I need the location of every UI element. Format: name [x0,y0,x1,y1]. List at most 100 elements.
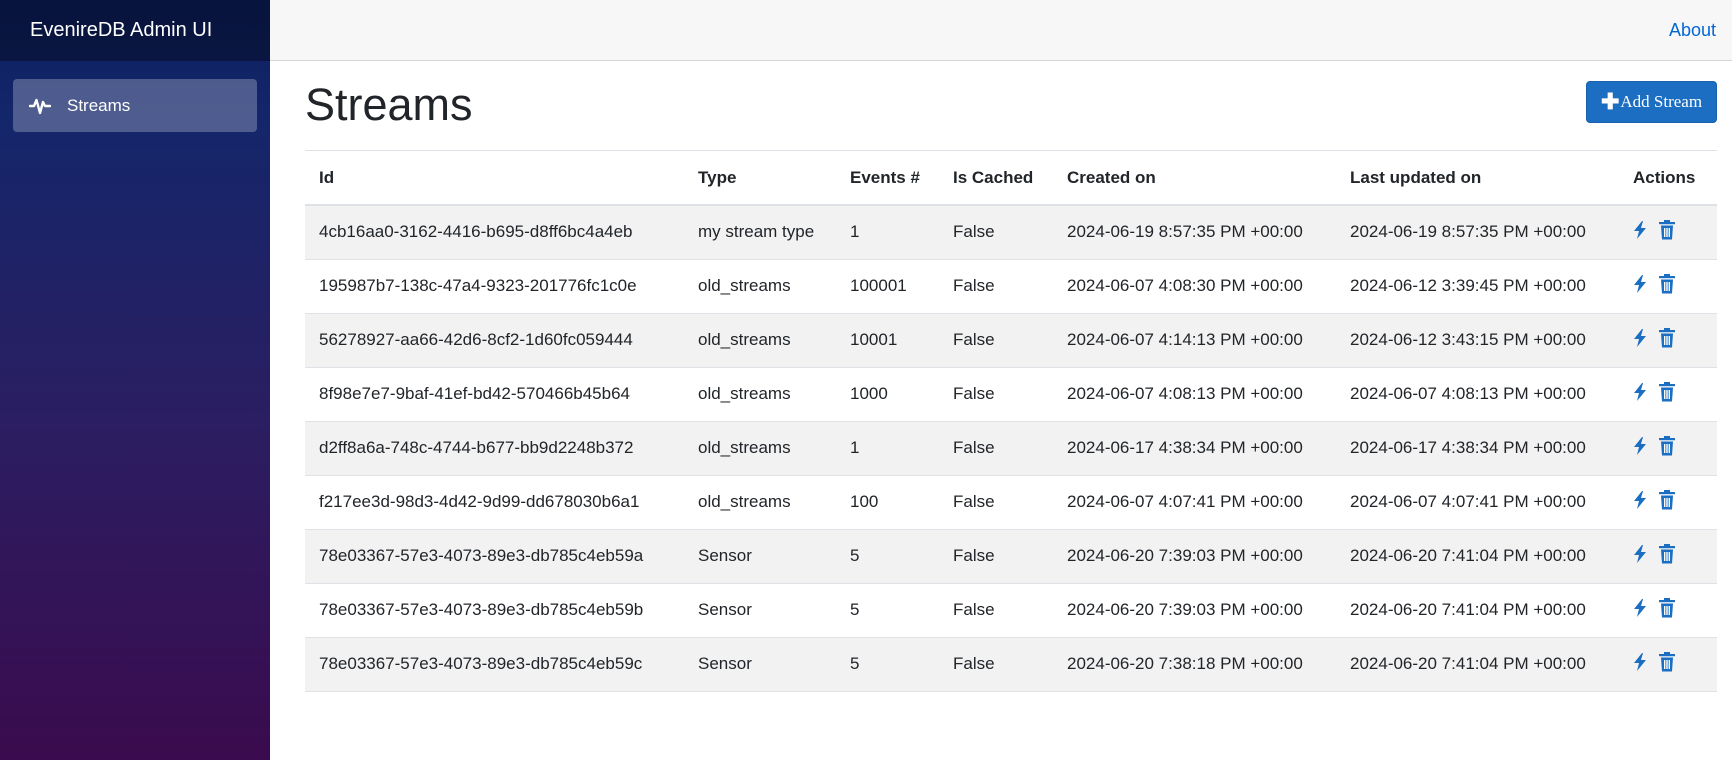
cell-last-updated-on: 2024-06-07 4:08:13 PM +00:00 [1336,367,1619,422]
cell-type: old_streams [684,313,836,368]
bolt-icon[interactable] [1633,220,1647,244]
cell-id: 195987b7-138c-47a4-9323-201776fc1c0e [305,259,684,314]
pulse-icon [29,95,51,117]
table-row: 4cb16aa0-3162-4416-b695-d8ff6bc4a4eb my s… [305,205,1717,260]
cell-last-updated-on: 2024-06-17 4:38:34 PM +00:00 [1336,421,1619,476]
table-row: 8f98e7e7-9baf-41ef-bd42-570466b45b64 old_… [305,367,1717,422]
main-content: Streams ✚ Add Stream Id Type Events # Is… [305,61,1717,692]
cell-events: 1000 [836,367,939,422]
cell-is-cached: False [939,637,1053,692]
trash-icon[interactable] [1658,219,1676,245]
cell-id: 56278927-aa66-42d6-8cf2-1d60fc059444 [305,313,684,368]
cell-is-cached: False [939,205,1053,260]
app-brand[interactable]: EvenireDB Admin UI [0,0,270,61]
cell-created-on: 2024-06-17 4:38:34 PM +00:00 [1053,421,1336,476]
trash-icon[interactable] [1658,597,1676,623]
trash-icon[interactable] [1658,651,1676,677]
cell-events: 10001 [836,313,939,368]
cell-type: Sensor [684,529,836,584]
bolt-icon[interactable] [1633,274,1647,298]
cell-events: 100001 [836,259,939,314]
table-row: 195987b7-138c-47a4-9323-201776fc1c0e old_… [305,259,1717,314]
cell-created-on: 2024-06-07 4:08:30 PM +00:00 [1053,259,1336,314]
trash-icon[interactable] [1658,273,1676,299]
cell-created-on: 2024-06-20 7:39:03 PM +00:00 [1053,583,1336,638]
table-row: 56278927-aa66-42d6-8cf2-1d60fc059444 old_… [305,313,1717,368]
bolt-icon[interactable] [1633,544,1647,568]
cell-type: old_streams [684,475,836,530]
cell-created-on: 2024-06-07 4:14:13 PM +00:00 [1053,313,1336,368]
bolt-icon[interactable] [1633,490,1647,514]
cell-id: 78e03367-57e3-4073-89e3-db785c4eb59c [305,637,684,692]
cell-type: my stream type [684,205,836,260]
add-stream-label: Add Stream [1620,92,1703,111]
cell-last-updated-on: 2024-06-20 7:41:04 PM +00:00 [1336,583,1619,638]
cell-events: 5 [836,529,939,584]
column-header-last-updated-on: Last updated on [1336,151,1619,206]
cell-last-updated-on: 2024-06-19 8:57:35 PM +00:00 [1336,205,1619,260]
cell-last-updated-on: 2024-06-12 3:43:15 PM +00:00 [1336,313,1619,368]
cell-actions [1619,583,1717,638]
cell-created-on: 2024-06-19 8:57:35 PM +00:00 [1053,205,1336,260]
cell-actions [1619,637,1717,692]
trash-icon[interactable] [1658,489,1676,515]
cell-events: 1 [836,205,939,260]
cell-is-cached: False [939,421,1053,476]
about-link[interactable]: About [1669,0,1716,61]
cell-events: 100 [836,475,939,530]
sidebar-item-streams[interactable]: Streams [13,79,257,132]
cell-actions [1619,259,1717,314]
column-header-actions: Actions [1619,151,1717,206]
cell-is-cached: False [939,529,1053,584]
column-header-type: Type [684,151,836,206]
top-bar: About [270,0,1732,61]
cell-created-on: 2024-06-07 4:08:13 PM +00:00 [1053,367,1336,422]
cell-actions [1619,205,1717,260]
cell-is-cached: False [939,313,1053,368]
trash-icon[interactable] [1658,327,1676,353]
page-header: Streams ✚ Add Stream [305,61,1717,151]
cell-actions [1619,475,1717,530]
cell-id: 4cb16aa0-3162-4416-b695-d8ff6bc4a4eb [305,205,684,260]
trash-icon[interactable] [1658,543,1676,569]
bolt-icon[interactable] [1633,436,1647,460]
bolt-icon[interactable] [1633,598,1647,622]
table-row: f217ee3d-98d3-4d42-9d99-dd678030b6a1 old_… [305,475,1717,530]
sidebar-nav: Streams [0,61,270,132]
column-header-events: Events # [836,151,939,206]
cell-type: Sensor [684,583,836,638]
cell-actions [1619,421,1717,476]
cell-last-updated-on: 2024-06-20 7:41:04 PM +00:00 [1336,637,1619,692]
cell-type: old_streams [684,367,836,422]
cell-created-on: 2024-06-20 7:38:18 PM +00:00 [1053,637,1336,692]
table-header-row: Id Type Events # Is Cached Created on La… [305,151,1717,206]
column-header-is-cached: Is Cached [939,151,1053,206]
cell-actions [1619,313,1717,368]
bolt-icon[interactable] [1633,652,1647,676]
cell-type: old_streams [684,259,836,314]
trash-icon[interactable] [1658,381,1676,407]
cell-is-cached: False [939,259,1053,314]
cell-id: f217ee3d-98d3-4d42-9d99-dd678030b6a1 [305,475,684,530]
cell-last-updated-on: 2024-06-20 7:41:04 PM +00:00 [1336,529,1619,584]
cell-last-updated-on: 2024-06-12 3:39:45 PM +00:00 [1336,259,1619,314]
cell-actions [1619,529,1717,584]
cell-events: 1 [836,421,939,476]
page-title: Streams [305,79,473,130]
cell-events: 5 [836,583,939,638]
column-header-created-on: Created on [1053,151,1336,206]
cell-id: 78e03367-57e3-4073-89e3-db785c4eb59b [305,583,684,638]
bolt-icon[interactable] [1633,328,1647,352]
table-row: 78e03367-57e3-4073-89e3-db785c4eb59c Sens… [305,637,1717,692]
plus-icon: ✚ [1600,89,1620,114]
cell-created-on: 2024-06-07 4:07:41 PM +00:00 [1053,475,1336,530]
streams-table: Id Type Events # Is Cached Created on La… [305,151,1717,692]
cell-id: 78e03367-57e3-4073-89e3-db785c4eb59a [305,529,684,584]
table-row: d2ff8a6a-748c-4744-b677-bb9d2248b372 old_… [305,421,1717,476]
bolt-icon[interactable] [1633,382,1647,406]
cell-id: 8f98e7e7-9baf-41ef-bd42-570466b45b64 [305,367,684,422]
sidebar-item-label: Streams [67,95,131,115]
add-stream-button[interactable]: ✚ Add Stream [1586,81,1717,123]
trash-icon[interactable] [1658,435,1676,461]
table-row: 78e03367-57e3-4073-89e3-db785c4eb59a Sens… [305,529,1717,584]
